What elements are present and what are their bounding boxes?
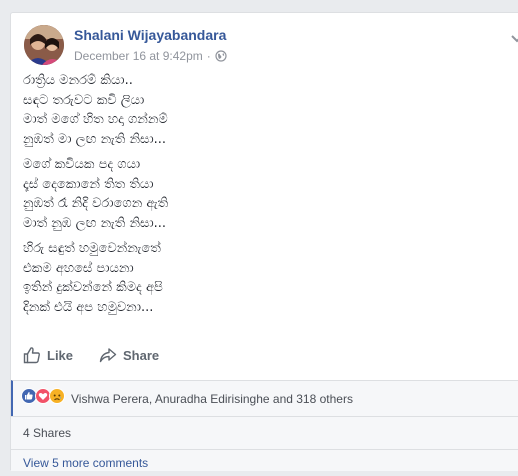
- poem-stanza: රාත්‍රිය මනරම් කියා.. සඳට තරුවට කවි ලියා…: [23, 71, 168, 149]
- poem-line: නුඹත් මා ලඟ නැති නිසා...: [23, 131, 167, 147]
- post-card: Shalani Wijayabandara December 16 at 9:4…: [10, 12, 518, 471]
- poem-line: මාත් මගේ හිත හදා ගන්නම්: [23, 112, 168, 127]
- meta-separator: ·: [206, 49, 211, 63]
- share-label: Share: [123, 347, 160, 363]
- poem-line: දිනක් එයි අප හමුවනා...: [23, 299, 154, 315]
- poem-line: මාත් නුඹ ලඟ නැති නිසා...: [23, 215, 167, 231]
- post-date[interactable]: December 16 at 9:42pm: [74, 49, 203, 63]
- like-label: Like: [47, 347, 74, 363]
- poem-line: රාත්‍රිය මනරම් කියා..: [23, 73, 133, 88]
- reactions-bar[interactable]: Vishwa Perera, Anuradha Edirisinghe and …: [11, 380, 518, 416]
- share-arrow-icon: [99, 348, 117, 363]
- sad-reaction-icon: [49, 388, 65, 409]
- post-actions: Like Share: [23, 342, 185, 368]
- poem-line: ඉතින් දුක්වන්නේ කිමද අපි: [23, 280, 163, 295]
- poem-line: සඳට තරුවට කවි ලියා: [23, 92, 145, 108]
- poem-stanza: මගේ කවියක පද ගයා දෑස් දෙකොනේ තිත තියා නු…: [23, 155, 168, 233]
- poem-line: එකම අහසේ පායනා: [23, 260, 134, 276]
- chevron-down-icon[interactable]: [508, 29, 518, 47]
- view-more-comments-link[interactable]: View 5 more comments: [11, 449, 518, 471]
- reaction-names[interactable]: Vishwa Perera, Anuradha Edirisinghe and …: [71, 392, 353, 406]
- avatar[interactable]: [24, 25, 64, 65]
- poem-stanza: හිරු සඳුත් හමුවෙන්නැතේ එකම අහසේ පායනා ඉත…: [23, 239, 168, 317]
- poem-line: හිරු සඳුත් හමුවෙන්නැතේ: [23, 241, 161, 256]
- share-button[interactable]: Share: [99, 346, 159, 364]
- author-name[interactable]: Shalani Wijayabandara: [74, 27, 226, 43]
- reaction-icons: [21, 388, 65, 409]
- thumbs-up-icon: [23, 347, 40, 364]
- like-button[interactable]: Like: [23, 346, 73, 364]
- shares-count[interactable]: 4 Shares: [11, 416, 518, 449]
- poem-line: මගේ කවියක පද ගයා: [23, 157, 141, 172]
- poem-line: නුඹත් රෑ නිදි වරාගෙන ඇති: [23, 196, 169, 211]
- globe-icon[interactable]: [215, 50, 227, 62]
- post-text: රාත්‍රිය මනරම් කියා.. සඳට තරුවට කවි ලියා…: [23, 71, 168, 323]
- post-meta: December 16 at 9:42pm ·: [74, 49, 227, 63]
- poem-line: දෑස් දෙකොනේ තිත තියා: [23, 176, 154, 192]
